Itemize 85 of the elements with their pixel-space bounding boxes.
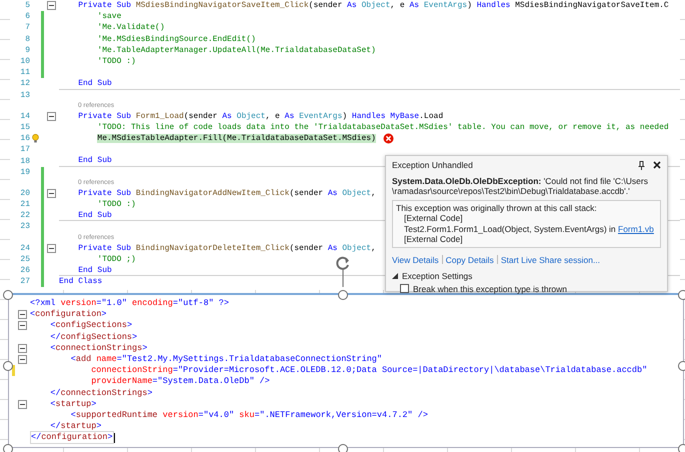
resize-handle[interactable] bbox=[678, 290, 685, 300]
line-number: 20 bbox=[19, 188, 30, 198]
code-line: 'Me.Validate() bbox=[96, 22, 165, 34]
code-line: 'TODO :) bbox=[96, 199, 136, 210]
line-number: 18 bbox=[19, 156, 30, 166]
code-line: End Sub bbox=[77, 210, 112, 221]
lightbulb-icon[interactable] bbox=[32, 134, 38, 144]
collapse-icon[interactable] bbox=[47, 112, 56, 121]
close-icon[interactable] bbox=[653, 161, 661, 170]
line-number: 6 bbox=[24, 12, 30, 22]
collapse-icon[interactable] bbox=[18, 344, 27, 353]
line-number: 19 bbox=[19, 168, 30, 177]
code-line: <configuration> bbox=[30, 309, 107, 320]
call-stack-heading: This exception was originally thrown at this call stack: bbox=[396, 202, 598, 213]
popup-title: Exception Unhandled bbox=[392, 160, 473, 170]
line-number: 24 bbox=[19, 244, 30, 253]
code-line: <?xml version="1.0" encoding="utf-8" ?> bbox=[30, 298, 230, 310]
code-line: 'Me.TableAdapterManager.UpdateAll(Me.TrialdatabaseDataSet) bbox=[96, 44, 376, 56]
line-number: 27 bbox=[19, 277, 30, 286]
line-number: 25 bbox=[19, 254, 30, 264]
code-line: </connectionStrings> bbox=[49, 388, 152, 399]
code-line: Private Sub BindingNavigatorDeleteItem_Click(sender As Object, bbox=[77, 242, 376, 254]
exception-message: System.Data.OleDb.OleDbException: 'Could not find file 'C:\Users \ramadasr\source\repos\Test2\bin\Debug\Trialdatabase.accdb'.' bbox=[392, 176, 649, 196]
rotate-handle-icon[interactable] bbox=[335, 255, 351, 287]
expanded-triangle-icon[interactable] bbox=[392, 273, 398, 280]
collapse-icon[interactable] bbox=[47, 1, 56, 10]
code-line: <startup> bbox=[49, 398, 96, 410]
collapse-icon[interactable] bbox=[47, 188, 56, 198]
resize-handle[interactable] bbox=[338, 290, 348, 300]
collapse-icon[interactable] bbox=[18, 400, 27, 409]
resize-handle[interactable] bbox=[3, 290, 13, 300]
line-number: 16 bbox=[19, 134, 30, 144]
code-line: 'TODO :) bbox=[96, 56, 136, 68]
collapse-icon[interactable] bbox=[18, 355, 27, 364]
pin-icon[interactable] bbox=[638, 160, 645, 170]
line-number: 9 bbox=[24, 46, 30, 55]
collapse-icon[interactable] bbox=[18, 310, 27, 320]
line-number: 8 bbox=[24, 34, 30, 44]
code-line: providerName="System.Data.OleDb" /> bbox=[90, 376, 270, 388]
code-line: 'TODO ;) bbox=[96, 254, 136, 265]
code-line: Private Sub BindingNavigatorAddNewItem_Click(sender As Object, bbox=[77, 188, 376, 199]
resize-handle[interactable] bbox=[3, 444, 13, 452]
code-line: End Class bbox=[59, 276, 102, 288]
settings-heading: Exception Settings bbox=[402, 271, 472, 282]
collapse-icon[interactable] bbox=[18, 321, 27, 330]
line-number: 12 bbox=[19, 79, 30, 88]
line-number: 11 bbox=[19, 68, 30, 78]
line-number: 5 bbox=[24, 1, 30, 10]
line-number: 13 bbox=[19, 90, 30, 100]
code-line: connectionString="Provider=Microsoft.ACE.OLEDB.12.0;Data Source=|DataDirectory|\database\Trialdatabase.accdb" bbox=[90, 365, 648, 376]
line-number: 15 bbox=[19, 122, 30, 132]
resize-handle[interactable] bbox=[3, 361, 13, 371]
code-line: <configSections> bbox=[49, 320, 132, 332]
text-cursor bbox=[114, 432, 115, 443]
line-number: 7 bbox=[24, 23, 30, 32]
code-line: <add name="Test2.My.MySettings.TrialdatabaseConnectionString" bbox=[70, 354, 382, 366]
code-line: 'TODO: This line of code loads data into the 'TrialdatabaseDataSet.MSdies' table. You can move, or remove it, as needed bbox=[96, 122, 669, 133]
code-line: End Sub bbox=[77, 78, 112, 89]
file-link[interactable]: Form1.vb bbox=[618, 224, 654, 234]
code-line: End Sub bbox=[77, 155, 112, 166]
code-line: Private Sub MSdiesBindingNavigatorSaveItem_Click(sender As Object, e As EventArgs) Handles MSdiesBindingNavigatorSaveItem.C bbox=[77, 0, 669, 12]
line-number: 26 bbox=[19, 266, 30, 276]
collapse-icon[interactable] bbox=[47, 244, 56, 253]
line-number: 21 bbox=[19, 200, 30, 210]
line-number: 14 bbox=[19, 112, 30, 121]
line-number: 17 bbox=[19, 145, 30, 154]
line-number: 10 bbox=[19, 57, 30, 66]
checkbox-label: Break when this exception type is thrown bbox=[413, 284, 568, 294]
checkbox[interactable] bbox=[400, 284, 409, 294]
popup-link[interactable]: Copy Details bbox=[446, 254, 494, 265]
code-line: <supportedRuntime version="v4.0" sku=".NETFramework,Version=v4.7.2" /> bbox=[70, 410, 428, 421]
line-number: 22 bbox=[19, 211, 30, 220]
call-stack-frame: [External Code] bbox=[396, 234, 657, 244]
code-line: </startup> bbox=[49, 421, 102, 432]
code-line: Private Sub Form1_Load(sender As Object, e As EventArgs) Handles MyBase.Load bbox=[77, 110, 444, 122]
code-line: <connectionStrings> bbox=[49, 342, 148, 354]
line-number: 23 bbox=[19, 222, 30, 232]
popup-link[interactable]: Start Live Share session... bbox=[500, 254, 600, 265]
popup-link[interactable]: View Details bbox=[392, 254, 439, 265]
code-line: 'Me.MSdiesBindingSource.EndEdit() bbox=[96, 34, 256, 45]
code-line: </configSections> bbox=[49, 332, 138, 343]
code-line: End Sub bbox=[77, 264, 112, 276]
call-stack-frame: Test2.Form1.Form1_Load(Object, System.EventArgs) in Form1.vb bbox=[396, 224, 657, 234]
code-line: 'save bbox=[96, 11, 122, 22]
call-stack-frame: [External Code] bbox=[396, 213, 657, 224]
